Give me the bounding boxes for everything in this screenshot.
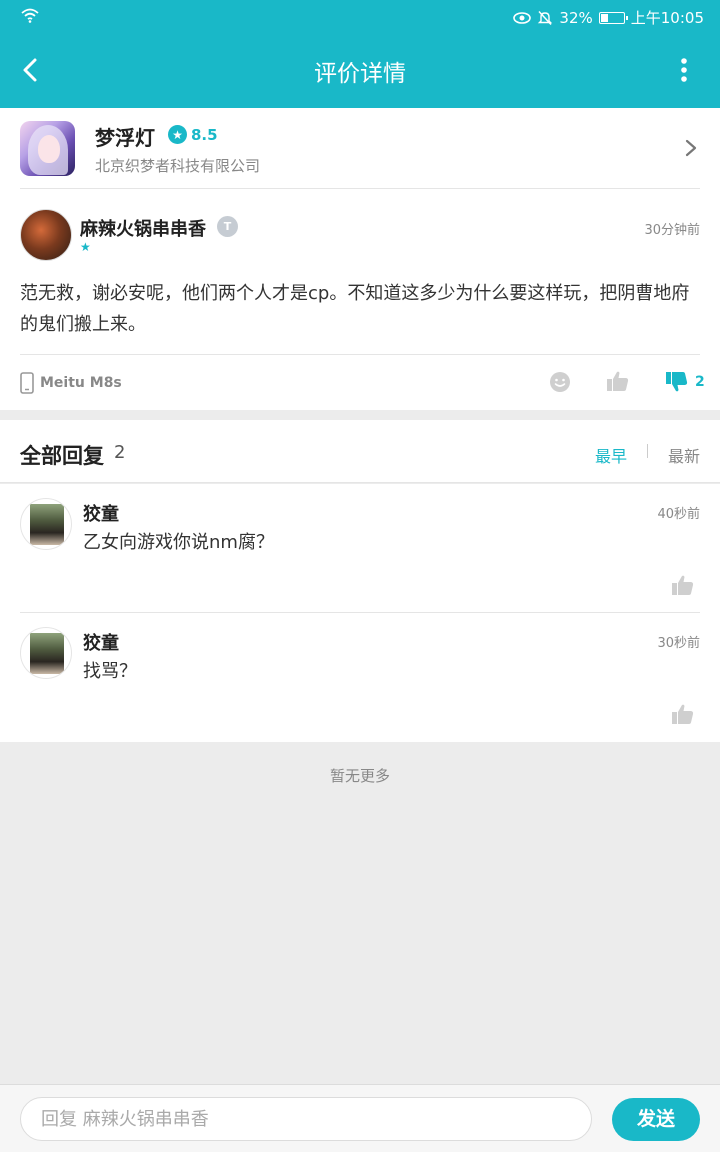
avatar[interactable] [20,209,72,261]
user-level-badge: T [217,216,238,237]
reply-username[interactable]: 狡童 [83,500,119,526]
reply-time: 30秒前 [657,636,700,651]
dislike-count: 2 [695,374,705,390]
review-time: 30分钟前 [644,223,700,238]
replies-title: 全部回复 [20,444,104,468]
thumbs-up-icon[interactable] [671,573,695,597]
chevron-right-icon [685,139,697,157]
game-developer: 北京织梦者科技有限公司 [95,157,261,175]
game-name: 梦浮灯 [95,126,155,150]
bell-off-icon [538,10,553,25]
send-button[interactable]: 发送 [612,1098,700,1141]
app-bar: 评价详情 [0,32,720,108]
game-card[interactable]: 梦浮灯 ★ 8.5 北京织梦者科技有限公司 [0,108,720,188]
status-bar: 32% 上午10:05 [0,0,720,32]
thumbs-up-icon[interactable] [671,702,695,726]
sort-newest-tab[interactable]: 最新 [668,443,700,467]
reply-username[interactable]: 狡童 [83,629,119,655]
battery-icon [598,11,628,24]
reply-input[interactable] [20,1097,592,1141]
thumbs-up-icon[interactable] [606,369,630,393]
replies-count: 2 [114,442,126,463]
device-name: Meitu M8s [40,375,122,391]
divider [20,354,700,355]
page-title: 评价详情 [314,61,406,87]
divider [20,188,700,189]
reply-composer: 发送 [0,1084,720,1152]
game-rating: ★ 8.5 [168,125,218,144]
device-info: Meitu M8s [20,372,122,394]
reply-text: 找骂？ [83,661,137,682]
dislike-button[interactable]: 2 [665,370,705,394]
game-icon [20,121,75,176]
phone-icon [20,372,34,394]
section-gap [0,410,720,420]
avatar[interactable] [20,498,72,550]
reply-time: 40秒前 [657,507,700,522]
wifi-icon [21,8,39,23]
emoji-icon[interactable] [549,371,571,393]
review-content: 范无救，谢必安呢，他们两个人才是cp。不知道这多少为什么要这样玩，把阴曹地府的鬼… [20,283,690,335]
reply-item: 狡童 40秒前 乙女向游戏你说nm腐？ [0,484,720,613]
star-icon: ★ [168,125,187,144]
eye-icon [513,11,532,24]
replies-header: 全部回复 2 最早 最新 [0,420,720,483]
divider [647,444,648,458]
thumbs-down-icon [666,372,688,392]
no-more-label: 暂无更多 [329,767,390,785]
reply-text: 乙女向游戏你说nm腐？ [83,532,274,553]
sort-earliest-tab[interactable]: 最早 [595,443,627,467]
avatar[interactable] [20,627,72,679]
rating-value: 8.5 [191,125,218,144]
review-username[interactable]: 麻辣火锅串串香 [80,215,206,241]
clock: 上午10:05 [630,9,704,27]
reply-item: 狡童 30秒前 找骂？ [0,613,720,742]
battery-percent: 32% [559,8,593,27]
user-star-icon: ★ [80,240,91,254]
more-vertical-icon[interactable] [668,54,700,86]
review-card: 麻辣火锅串串香 T ★ 30分钟前 范无救，谢必安呢，他们两个人才是cp。不知道… [0,188,720,410]
